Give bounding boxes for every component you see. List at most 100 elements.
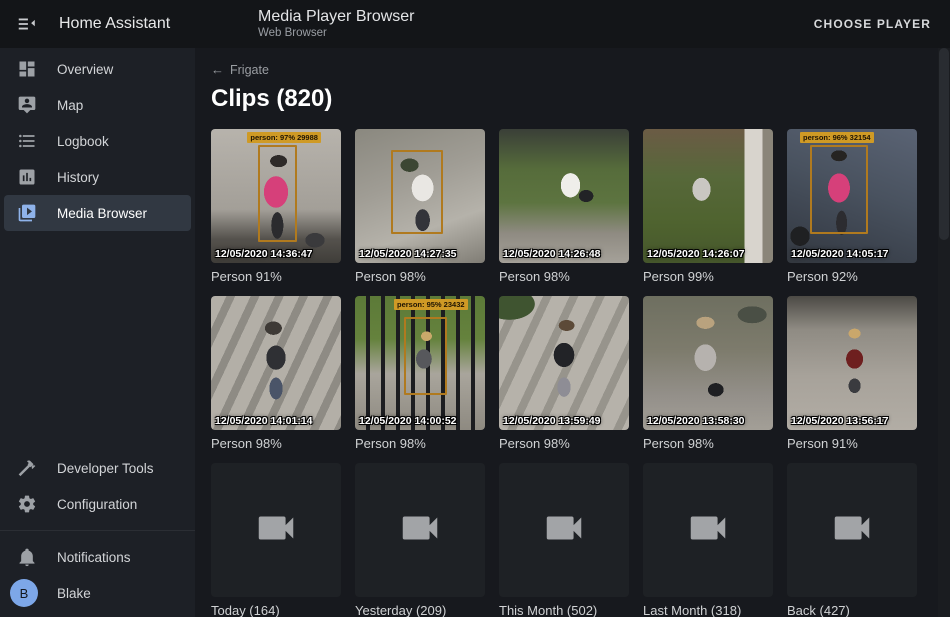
detection-bbox — [258, 145, 297, 241]
clip-timestamp: 12/05/2020 13:58:30 — [647, 415, 745, 427]
clip-item[interactable]: 12/05/2020 14:01:14 Person 98% — [211, 296, 341, 451]
clip-item[interactable]: 12/05/2020 13:58:30 Person 98% — [643, 296, 773, 451]
sidebar-item-media-browser[interactable]: Media Browser — [4, 195, 191, 231]
clip-item[interactable]: person: 97% 2998812/05/2020 14:36:47 Pers… — [211, 129, 341, 284]
sidebar-item-label: History — [57, 170, 99, 185]
sidebar-item-label: Overview — [57, 62, 113, 77]
folder-thumbnail[interactable] — [355, 463, 485, 597]
folder-label: Back (427) — [787, 603, 917, 617]
sidebar-item-label: Configuration — [57, 497, 137, 512]
sidebar-user[interactable]: B Blake — [4, 575, 191, 611]
sidebar-item-label: Map — [57, 98, 83, 113]
page-title: Clips (820) — [211, 85, 934, 113]
clip-label: Person 98% — [499, 436, 629, 451]
folder-item-yesterday-209-[interactable]: Yesterday (209) — [355, 463, 485, 617]
video-camera-icon — [829, 505, 875, 556]
clip-thumbnail[interactable]: person: 95% 2343212/05/2020 14:00:52 — [355, 296, 485, 430]
folder-label: Yesterday (209) — [355, 603, 485, 617]
folders-grid: Today (164) Yesterday (209) This Month (50… — [211, 463, 934, 617]
sidebar-item-logbook[interactable]: Logbook — [4, 123, 191, 159]
menu-toggle-icon[interactable] — [15, 12, 39, 36]
sidebar-footer-items: Notifications — [0, 539, 195, 575]
clip-label: Person 98% — [499, 269, 629, 284]
tooltip-account-icon — [17, 95, 37, 115]
clip-thumbnail[interactable]: 12/05/2020 14:01:14 — [211, 296, 341, 430]
sidebar-item-configuration[interactable]: Configuration — [4, 486, 191, 522]
sidebar-item-label: Notifications — [57, 550, 131, 565]
sidebar-item-overview[interactable]: Overview — [4, 51, 191, 87]
view-dashboard-icon — [17, 59, 37, 79]
folder-label: Last Month (318) — [643, 603, 773, 617]
video-camera-icon — [685, 505, 731, 556]
clip-label: Person 98% — [211, 436, 341, 451]
folder-thumbnail[interactable] — [643, 463, 773, 597]
folder-item-this-month-502-[interactable]: This Month (502) — [499, 463, 629, 617]
sidebar-tool-items: Developer Tools Configuration — [0, 450, 195, 522]
detection-label: person: 97% 29988 — [247, 132, 321, 143]
avatar: B — [10, 579, 38, 607]
media-player-subtitle: Web Browser — [258, 27, 415, 40]
clip-item[interactable]: person: 96% 3215412/05/2020 14:05:17Pers… — [787, 129, 917, 284]
clip-item[interactable]: 12/05/2020 13:56:17Person 91% — [787, 296, 917, 451]
clip-thumbnail[interactable]: 12/05/2020 14:26:48 — [499, 129, 629, 263]
clip-item[interactable]: 12/05/2020 14:26:48 Person 98% — [499, 129, 629, 284]
scrollbar-thumb[interactable] — [939, 48, 949, 240]
clip-timestamp: 12/05/2020 13:59:49 — [503, 415, 601, 427]
clip-item[interactable]: person: 95% 2343212/05/2020 14:00:52Pers… — [355, 296, 485, 451]
sidebar-spacer — [0, 231, 195, 450]
breadcrumb-label: Frigate — [230, 63, 269, 77]
sidebar-divider — [0, 530, 195, 531]
clip-item[interactable]: 12/05/2020 14:27:35Person 98% — [355, 129, 485, 284]
clip-thumbnail[interactable]: 12/05/2020 14:26:07 — [643, 129, 773, 263]
chart-box-icon — [17, 167, 37, 187]
clip-timestamp: 12/05/2020 13:56:17 — [791, 415, 889, 427]
app-title: Home Assistant — [59, 15, 170, 33]
choose-player-button[interactable]: CHOOSE PLAYER — [810, 11, 935, 37]
back-arrow-icon: ← — [211, 62, 224, 77]
sidebar-item-history[interactable]: History — [4, 159, 191, 195]
breadcrumb[interactable]: ← Frigate — [211, 62, 269, 77]
sidebar-item-developer-tools[interactable]: Developer Tools — [4, 450, 191, 486]
folder-item-back-427-[interactable]: Back (427) — [787, 463, 917, 617]
folder-thumbnail[interactable] — [211, 463, 341, 597]
detection-bbox — [391, 150, 443, 233]
scrollbar-track — [938, 48, 950, 617]
clip-item[interactable]: 12/05/2020 13:59:49 Person 98% — [499, 296, 629, 451]
clip-thumbnail[interactable]: 12/05/2020 13:59:49 — [499, 296, 629, 430]
folder-thumbnail[interactable] — [499, 463, 629, 597]
clips-grid: person: 97% 2998812/05/2020 14:36:47 Pers… — [211, 129, 934, 451]
format-list-bulleted-icon — [17, 131, 37, 151]
folder-item-today-164-[interactable]: Today (164) — [211, 463, 341, 617]
clip-label: Person 91% — [211, 269, 341, 284]
video-camera-icon — [541, 505, 587, 556]
clip-timestamp: 12/05/2020 14:26:07 — [647, 248, 745, 260]
sidebar-item-label: Logbook — [57, 134, 109, 149]
folder-label: This Month (502) — [499, 603, 629, 617]
clip-item[interactable]: 12/05/2020 14:26:07Person 99% — [643, 129, 773, 284]
user-name: Blake — [57, 586, 91, 601]
cog-icon — [17, 494, 37, 514]
clip-thumbnail[interactable]: 12/05/2020 13:56:17 — [787, 296, 917, 430]
clip-label: Person 98% — [643, 436, 773, 451]
sidebar-item-map[interactable]: Map — [4, 87, 191, 123]
clip-thumbnail[interactable]: 12/05/2020 13:58:30 — [643, 296, 773, 430]
sidebar-item-notifications[interactable]: Notifications — [4, 539, 191, 575]
hammer-icon — [17, 458, 37, 478]
media-title-block: Media Player Browser Web Browser — [258, 8, 415, 41]
bell-icon — [17, 547, 37, 567]
clip-timestamp: 12/05/2020 14:01:14 — [215, 415, 313, 427]
play-box-multiple-icon — [17, 203, 37, 223]
folder-thumbnail[interactable] — [787, 463, 917, 597]
folder-item-last-month-318-[interactable]: Last Month (318) — [643, 463, 773, 617]
detection-label: person: 96% 32154 — [800, 132, 874, 143]
clip-thumbnail[interactable]: person: 96% 32154 12/05/2020 14:05:17 — [787, 129, 917, 263]
clip-thumbnail[interactable]: 12/05/2020 14:27:35 — [355, 129, 485, 263]
sidebar-main-items: Overview Map Logbook History Media Browser — [0, 51, 195, 231]
folder-label: Today (164) — [211, 603, 341, 617]
clip-thumbnail[interactable]: person: 97% 2998812/05/2020 14:36:47 — [211, 129, 341, 263]
sidebar: Overview Map Logbook History Media Browser D… — [0, 48, 195, 617]
clip-timestamp: 12/05/2020 14:05:17 — [791, 248, 889, 260]
clip-timestamp: 12/05/2020 14:27:35 — [359, 248, 457, 260]
video-camera-icon — [253, 505, 299, 556]
clip-timestamp: 12/05/2020 14:00:52 — [359, 415, 457, 427]
